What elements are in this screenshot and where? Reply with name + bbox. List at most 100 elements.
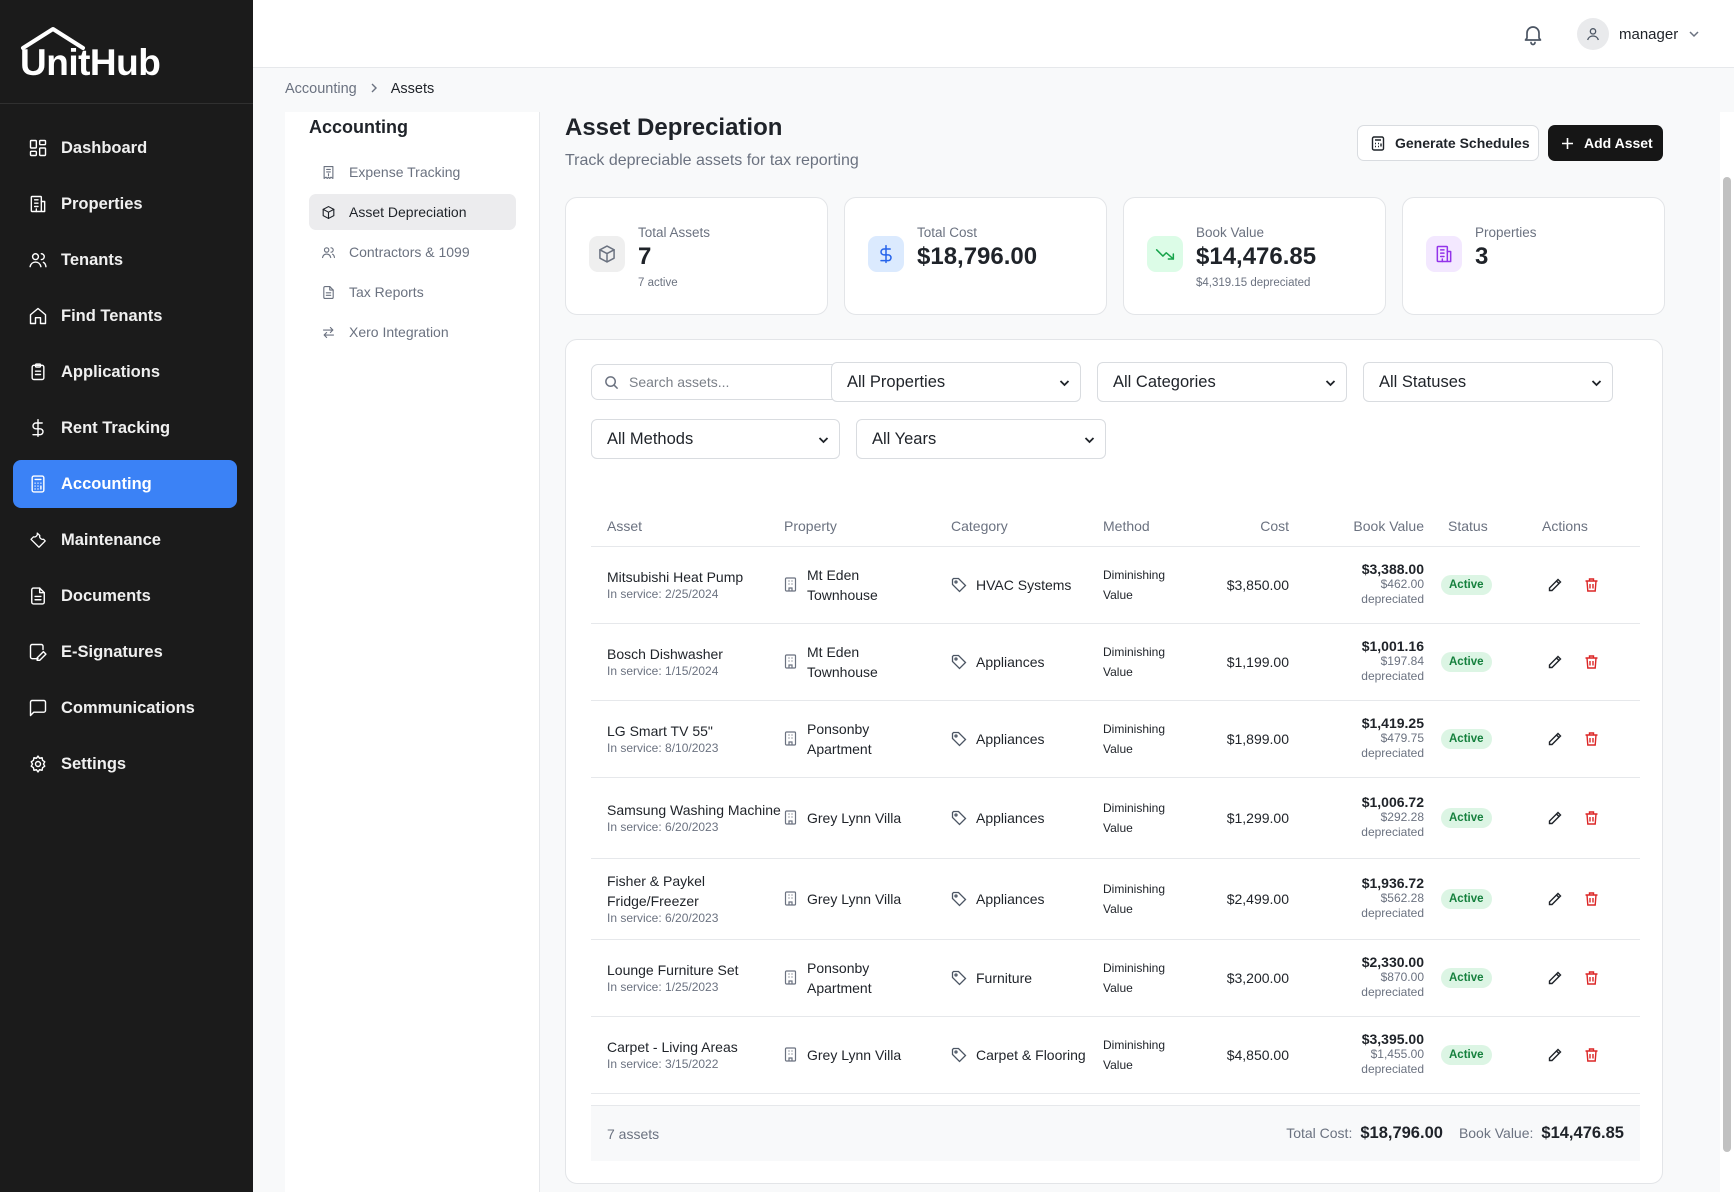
asset-name: Carpet - Living Areas	[607, 1039, 738, 1055]
column-header-category: Category	[951, 506, 1103, 547]
stat-icon-wrap	[589, 236, 625, 272]
property-filter-value: All Properties	[847, 372, 946, 391]
chevron-down-icon	[1325, 380, 1336, 387]
app-logo[interactable]: UnitHub	[20, 26, 161, 84]
category-filter-select[interactable]: All Categories	[1097, 362, 1347, 402]
method-cell: Diminishing Value	[1103, 777, 1185, 859]
search-box[interactable]	[591, 364, 840, 400]
delete-button[interactable]	[1584, 891, 1599, 907]
sidebar-item-settings[interactable]: Settings	[13, 740, 237, 788]
depreciated-amount: $292.28	[1380, 810, 1424, 824]
method-cell: Diminishing Value	[1103, 1016, 1185, 1094]
cost-cell: $1,899.00	[1185, 700, 1289, 778]
status-badge: Active	[1441, 1044, 1492, 1065]
users-icon	[322, 246, 335, 258]
cost-cell: $3,850.00	[1185, 546, 1289, 624]
tag-icon	[951, 810, 967, 825]
trash-icon	[1585, 731, 1598, 746]
sidebar-item-applications[interactable]: Applications	[13, 348, 237, 396]
sidebar-item-properties[interactable]: Properties	[13, 180, 237, 228]
status-cell: Active	[1424, 623, 1513, 701]
year-filter-select[interactable]: All Years	[856, 419, 1106, 459]
edit-button[interactable]	[1547, 1047, 1563, 1063]
sidebar-item-label: Dashboard	[61, 138, 148, 157]
bell-icon[interactable]	[1521, 22, 1545, 46]
delete-button[interactable]	[1584, 810, 1599, 826]
table-row[interactable]: Fisher & Paykel Fridge/Freezer In service…	[591, 858, 1640, 940]
property-filter-select[interactable]: All Properties	[831, 362, 1081, 402]
sidebar-item-accounting[interactable]: Accounting	[13, 460, 237, 508]
breadcrumb-accounting[interactable]: Accounting	[285, 81, 357, 97]
asset-cell: Samsung Washing Machine In service: 6/20/…	[591, 777, 784, 859]
edit-button[interactable]	[1547, 970, 1563, 986]
table-row[interactable]: LG Smart TV 55" In service: 8/10/2023 Pons…	[591, 700, 1640, 778]
edit-button[interactable]	[1547, 577, 1563, 593]
search-input[interactable]	[629, 374, 829, 390]
edit-button[interactable]	[1547, 810, 1563, 826]
sidebar-item-e-signatures[interactable]: E-Signatures	[13, 628, 237, 676]
column-header-actions: Actions	[1513, 506, 1640, 547]
actions-cell	[1513, 700, 1640, 778]
table-row[interactable]: Lounge Furniture Set In service: 1/25/202…	[591, 939, 1640, 1017]
category-name: HVAC Systems	[976, 576, 1072, 593]
delete-button[interactable]	[1584, 731, 1599, 747]
delete-button[interactable]	[1584, 1047, 1599, 1063]
generate-schedules-button[interactable]: Generate Schedules	[1357, 125, 1539, 161]
footer-totals: Total Cost: $18,796.00 Book Value: $14,4…	[1286, 1124, 1624, 1143]
method-filter-select[interactable]: All Methods	[591, 419, 840, 459]
method-filter-value: All Methods	[607, 429, 694, 448]
table-row[interactable]: Mitsubishi Heat Pump In service: 2/25/202…	[591, 546, 1640, 624]
subnav-item-xero-integration[interactable]: Xero Integration	[309, 314, 516, 350]
delete-button[interactable]	[1584, 577, 1599, 593]
depreciated-amount: $562.28	[1380, 891, 1424, 905]
book-value: $2,330.00	[1361, 954, 1424, 970]
user-menu[interactable]: manager	[1577, 16, 1700, 52]
table-row[interactable]: Carpet - Living Areas In service: 3/15/20…	[591, 1016, 1640, 1094]
year-filter-value: All Years	[872, 429, 937, 448]
box-icon	[322, 205, 335, 219]
book-value-cell: $1,001.16 $197.84 depreciated	[1289, 623, 1424, 701]
edit-button[interactable]	[1547, 654, 1563, 670]
status-filter-select[interactable]: All Statuses	[1363, 362, 1613, 402]
user-name: manager	[1619, 25, 1679, 43]
edit-button[interactable]	[1547, 731, 1563, 747]
document-icon	[31, 587, 45, 605]
category-name: Appliances	[976, 890, 1045, 907]
subnav-item-asset-depreciation[interactable]: Asset Depreciation	[309, 194, 516, 230]
subnav-item-tax-reports[interactable]: Tax Reports	[309, 274, 516, 310]
in-service-date: In service: 1/25/2023	[607, 980, 719, 994]
add-asset-button[interactable]: Add Asset	[1548, 125, 1663, 161]
scrollbar[interactable]	[1720, 112, 1734, 1192]
sidebar-item-communications[interactable]: Communications	[13, 684, 237, 732]
category-cell: Furniture	[951, 939, 1103, 1017]
trash-icon	[1585, 970, 1598, 985]
asset-cell: Bosch Dishwasher In service: 1/15/2024	[591, 623, 784, 701]
subnav-item-label: Contractors & 1099	[349, 244, 470, 260]
book-value: $1,001.16	[1361, 638, 1424, 654]
table-row[interactable]: Bosch Dishwasher In service: 1/15/2024 Mt …	[591, 623, 1640, 701]
sidebar-item-rent-tracking[interactable]: Rent Tracking	[13, 404, 237, 452]
sidebar-item-tenants[interactable]: Tenants	[13, 236, 237, 284]
category-cell: HVAC Systems	[951, 546, 1103, 624]
depreciated-label: depreciated	[1361, 746, 1424, 760]
table-row[interactable]: Samsung Washing Machine In service: 6/20/…	[591, 777, 1640, 859]
app-root: UnitHub Dashboard Properties Tenants Find T…	[0, 0, 1734, 1192]
delete-button[interactable]	[1584, 970, 1599, 986]
pencil-icon	[1548, 971, 1562, 984]
asset-name: LG Smart TV 55"	[607, 723, 713, 739]
sidebar-item-documents[interactable]: Documents	[13, 572, 237, 620]
chevron-down-icon	[1591, 380, 1602, 387]
delete-button[interactable]	[1584, 654, 1599, 670]
edit-button[interactable]	[1547, 891, 1563, 907]
sidebar-item-find-tenants[interactable]: Find Tenants	[13, 292, 237, 340]
book-value-cell: $2,330.00 $870.00 depreciated	[1289, 939, 1424, 1017]
subnav-item-contractors-1099[interactable]: Contractors & 1099	[309, 234, 516, 270]
status-badge: Active	[1441, 651, 1492, 672]
avatar	[1577, 18, 1609, 50]
subnav-item-label: Xero Integration	[349, 324, 449, 340]
scrollbar-thumb[interactable]	[1723, 177, 1731, 1152]
subnav-item-expense-tracking[interactable]: Expense Tracking	[309, 154, 516, 190]
subnav-item-label: Expense Tracking	[349, 164, 461, 180]
sidebar-item-dashboard[interactable]: Dashboard	[13, 124, 237, 172]
sidebar-item-maintenance[interactable]: Maintenance	[13, 516, 237, 564]
